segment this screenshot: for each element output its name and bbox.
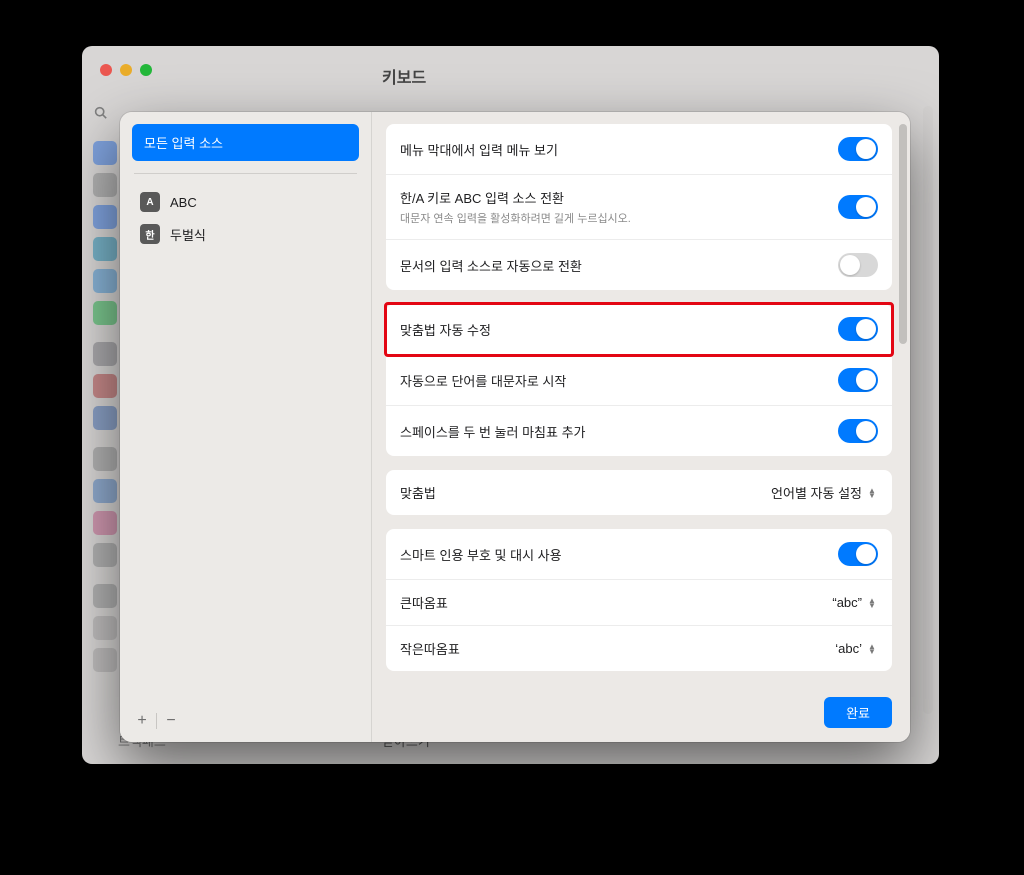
settings-group-2: 맞춤법 자동 수정 자동으로 단어를 대문자로 시작 스페이스를 두 번 눌러 … [386,304,892,456]
input-source-abc[interactable]: A ABC [132,186,359,218]
toggle-smart-quotes[interactable] [838,542,878,566]
row-label: 맞춤법 자동 수정 [400,320,491,339]
sidebar-item-trackpad-icon[interactable] [93,648,117,672]
source-list-footer: + − [130,710,183,732]
updown-icon [866,488,878,498]
divider [156,713,157,729]
row-label: 스마트 인용 부호 및 대시 사용 [400,545,562,564]
select-value: ‘abc’ [835,641,862,656]
row-label: 맞춤법 [400,483,436,502]
sidebar-item-wallet-icon[interactable] [93,511,117,535]
search-icon[interactable] [94,106,106,118]
zoom-icon[interactable] [140,64,152,76]
sidebar-item-battery-icon[interactable] [93,301,117,325]
sidebar-item-control-center-icon[interactable] [93,173,117,197]
toggle-han-a-key[interactable] [838,195,878,219]
sidebar-item-gamecenter-icon[interactable] [93,237,117,261]
input-source-dubeolsik[interactable]: 한 두벌식 [132,218,359,250]
bg-sidebar [88,141,122,672]
toggle-show-input-menu[interactable] [838,137,878,161]
row-label: 큰따옴표 [400,593,448,612]
settings-group-1: 메뉴 막대에서 입력 메뉴 보기 한/A 키로 ABC 입력 소스 전환 대문자… [386,124,892,290]
minimize-icon[interactable] [120,64,132,76]
scrollbar-thumb[interactable] [899,124,907,344]
row-label: 메뉴 막대에서 입력 메뉴 보기 [400,140,558,159]
row-label: 스페이스를 두 번 눌러 마침표 추가 [400,422,586,441]
remove-source-button[interactable]: − [159,710,183,732]
row-label: 자동으로 단어를 대문자로 시작 [400,371,566,390]
row-double-space-period: 스페이스를 두 번 눌러 마침표 추가 [386,406,892,456]
sidebar-item-accessibility-icon[interactable] [93,141,117,165]
updown-icon [866,644,878,654]
toggle-auto-switch[interactable] [838,253,878,277]
done-button[interactable]: 완료 [824,697,892,728]
input-source-label: 두벌식 [170,225,206,244]
toggle-auto-capitalize[interactable] [838,368,878,392]
bg-scrollbar[interactable] [923,106,933,714]
settings-scrollbar[interactable] [899,124,907,686]
input-sources-header[interactable]: 모든 입력 소스 [132,124,359,161]
settings-group-4: 스마트 인용 부호 및 대시 사용 큰따옴표 “abc” 작은따옴표 ‘abc’ [386,529,892,671]
row-spelling-select: 맞춤법 언어별 자동 설정 [386,470,892,515]
sidebar-item-lock-icon[interactable] [93,342,117,366]
bg-window-title: 키보드 [382,64,426,88]
sidebar-item-mouse-icon[interactable] [93,616,117,640]
row-auto-switch: 문서의 입력 소스로 자동으로 전환 [386,240,892,290]
row-label: 작은따옴표 [400,639,460,658]
select-single-quotes[interactable]: ‘abc’ [835,641,878,656]
row-spell-correct: 맞춤법 자동 수정 [386,304,892,355]
row-label: 문서의 입력 소스로 자동으로 전환 [400,256,582,275]
select-double-quotes[interactable]: “abc” [832,595,878,610]
divider [134,173,357,174]
sidebar-item-keyboard-icon[interactable] [93,584,117,608]
row-sublabel: 대문자 연속 입력을 활성화하려면 길게 누르십시오. [400,210,631,226]
sidebar-item-clock-icon[interactable] [93,269,117,293]
row-smart-quotes: 스마트 인용 부호 및 대시 사용 [386,529,892,580]
row-auto-capitalize: 자동으로 단어를 대문자로 시작 [386,355,892,406]
sidebar-item-internet-icon[interactable] [93,479,117,503]
settings-group-3: 맞춤법 언어별 자동 설정 [386,470,892,515]
row-double-quotes-select: 큰따옴표 “abc” [386,580,892,626]
close-icon[interactable] [100,64,112,76]
updown-icon [866,598,878,608]
input-source-settings-panel: 메뉴 막대에서 입력 메뉴 보기 한/A 키로 ABC 입력 소스 전환 대문자… [372,112,910,742]
sidebar-item-general-icon[interactable] [93,543,117,567]
row-label: 한/A 키로 ABC 입력 소스 전환 [400,188,631,207]
sidebar-item-users-icon[interactable] [93,406,117,430]
keyboard-a-icon: A [140,192,160,212]
input-source-label: ABC [170,195,197,210]
toggle-spell-correct[interactable] [838,317,878,341]
window-traffic-lights[interactable] [82,46,939,76]
input-sources-sidebar: 모든 입력 소스 A ABC 한 두벌식 + − [120,112,372,742]
sidebar-item-passwords-icon[interactable] [93,447,117,471]
sidebar-spacer-3 [93,575,117,576]
row-han-a-key: 한/A 키로 ABC 입력 소스 전환 대문자 연속 입력을 활성화하려면 길게… [386,175,892,240]
select-spelling[interactable]: 언어별 자동 설정 [771,483,878,502]
sidebar-item-siri-icon[interactable] [93,205,117,229]
select-value: 언어별 자동 설정 [771,483,862,502]
select-value: “abc” [832,595,862,610]
sidebar-spacer [93,333,117,334]
sheet-footer: 완료 [372,687,910,742]
row-show-input-menu: 메뉴 막대에서 입력 메뉴 보기 [386,124,892,175]
sidebar-spacer-2 [93,438,117,439]
toggle-double-space-period[interactable] [838,419,878,443]
input-sources-sheet: 모든 입력 소스 A ABC 한 두벌식 + − 메뉴 막대에서 입력 메뉴 보… [120,112,910,742]
add-source-button[interactable]: + [130,710,154,732]
sidebar-item-touchid-icon[interactable] [93,374,117,398]
row-single-quotes-select: 작은따옴표 ‘abc’ [386,626,892,671]
keyboard-han-icon: 한 [140,224,160,244]
settings-scroll-area[interactable]: 메뉴 막대에서 입력 메뉴 보기 한/A 키로 ABC 입력 소스 전환 대문자… [372,112,910,687]
